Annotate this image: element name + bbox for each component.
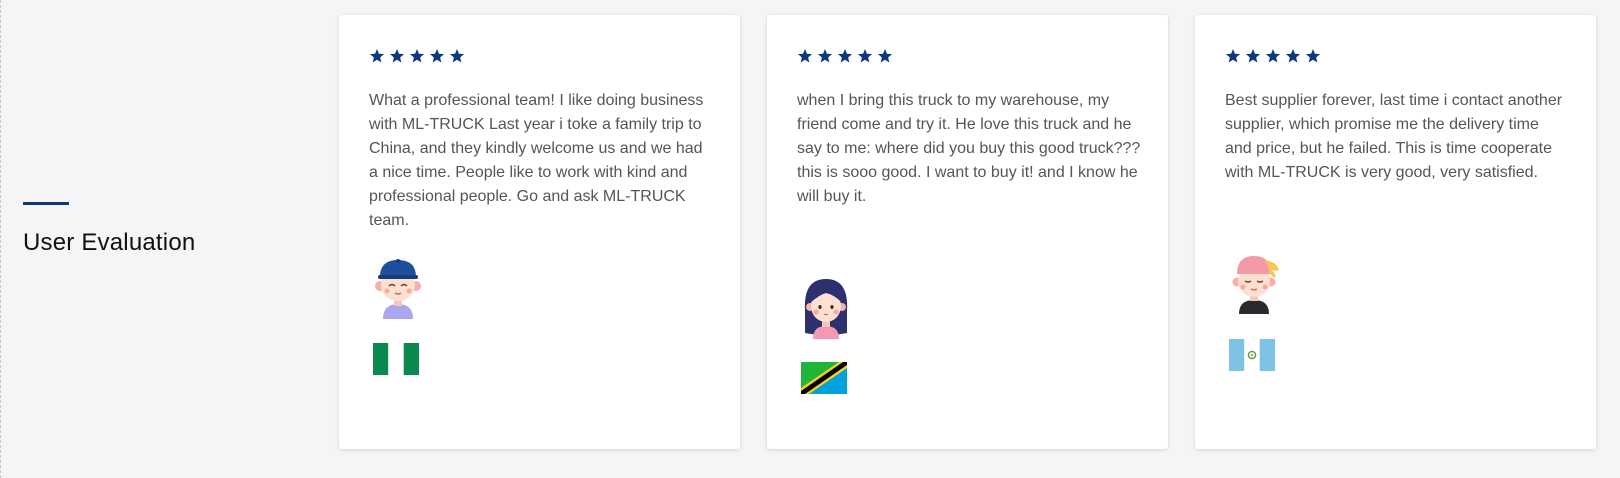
star-icon (430, 49, 444, 63)
review-card: Best supplier forever, last time i conta… (1195, 15, 1596, 449)
star-icon (838, 49, 852, 63)
star-icon (1266, 49, 1280, 63)
tanzania-flag-icon (801, 362, 847, 394)
section-title: User Evaluation (23, 229, 196, 256)
boy-avatar-icon (375, 259, 421, 319)
review-text: What a professional team! I like doing b… (369, 92, 704, 229)
star-icon (390, 49, 404, 63)
review-card: What a professional team! I like doing b… (339, 15, 740, 449)
rating-stars (1225, 48, 1321, 68)
nigeria-flag-icon (373, 343, 419, 375)
star-icon (1226, 49, 1240, 63)
review-text: when I bring this truck to my warehouse,… (797, 92, 1141, 205)
star-icon (1246, 49, 1260, 63)
star-icon (370, 49, 384, 63)
star-icon (1306, 49, 1320, 63)
star-icon (878, 49, 892, 63)
man-avatar-icon (1232, 256, 1279, 314)
star-icon (1286, 49, 1300, 63)
section-heading: User Evaluation (23, 202, 195, 255)
guatemala-flag-icon (1229, 339, 1275, 371)
left-dashed-border (0, 0, 1, 478)
heading-accent-rule (23, 202, 69, 205)
star-icon (450, 49, 464, 63)
review-card: when I bring this truck to my warehouse,… (767, 15, 1168, 449)
star-icon (798, 49, 812, 63)
girl-avatar-icon (804, 279, 848, 339)
star-icon (818, 49, 832, 63)
star-icon (410, 49, 424, 63)
review-text: Best supplier forever, last time i conta… (1225, 92, 1563, 181)
star-icon (858, 49, 872, 63)
rating-stars (797, 48, 893, 68)
rating-stars (369, 48, 465, 68)
